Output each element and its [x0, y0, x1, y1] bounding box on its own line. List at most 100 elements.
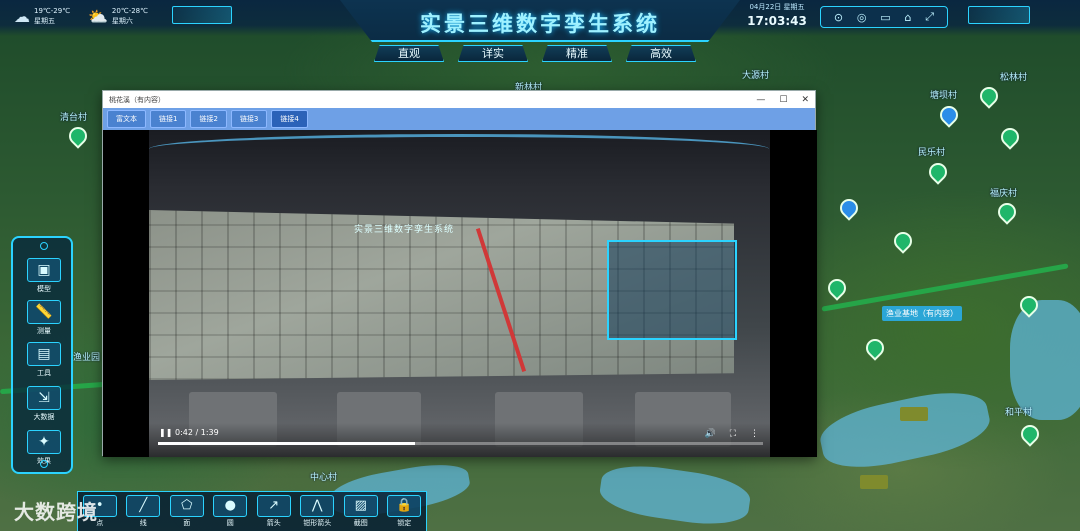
cloud-icon: ☁ [14, 6, 30, 26]
video-progress-fill [158, 442, 415, 445]
tool-label: 测量 [37, 327, 51, 335]
map-pin-icon[interactable] [997, 124, 1023, 150]
weather-temp: 20℃-28℃ [111, 7, 148, 15]
lock-icon: 🔒 [387, 495, 422, 517]
polygon-icon: ⬠ [169, 495, 204, 517]
tab-jingzhun[interactable]: 精准 [542, 45, 612, 62]
cube-icon: ▣ [27, 258, 61, 282]
header-toolbox: ⊙ ◎ ▭ ⌂ ⤢ [820, 6, 948, 28]
map-label: 清台村 [60, 113, 88, 123]
map-label: 和平村 [1005, 408, 1033, 418]
draw-circle-button[interactable]: ● 圆 [211, 495, 249, 528]
draw-toolbar: • 点 ╱ 线 ⬠ 面 ● 圆 ↗ 箭头 ⋀ 钳形箭头 ▨ 截图 🔒 锁定 [77, 491, 427, 531]
video-right-controls: 🔊 ⛶ ⋮ [704, 429, 759, 439]
tool-tools[interactable]: ▤ 工具 [24, 342, 64, 378]
maximize-icon[interactable]: ☐ [779, 95, 787, 105]
tab-zhiguan[interactable]: 直观 [374, 45, 444, 62]
map-pin-icon[interactable] [65, 123, 91, 149]
map-pin-icon[interactable] [862, 335, 888, 361]
map-pin-icon[interactable] [836, 195, 862, 221]
screenshot-icon: ▨ [343, 495, 378, 517]
map-pin-icon[interactable] [890, 228, 916, 254]
map-label: 松林村 [1000, 73, 1028, 83]
data-icon: ⇲ [27, 386, 61, 410]
map-label: 塘坝村 [930, 91, 958, 101]
tab-gaoxiao[interactable]: 高效 [626, 45, 696, 62]
video-player[interactable]: 实景三维数字孪生系统 ❚❚ 0:42 / 1:39 🔊 ⛶ ⋮ [103, 130, 817, 457]
minimize-icon[interactable]: — [756, 95, 765, 105]
tab-rich-text[interactable]: 富文本 [107, 110, 146, 128]
river [1010, 300, 1080, 420]
circle-icon: ● [213, 495, 248, 517]
tool-bigdata[interactable]: ⇲ 大数据 [24, 386, 64, 422]
nav-tabs: 直观 详实 精准 高效 [374, 45, 696, 62]
weather-day: 星期六 [111, 17, 133, 25]
video-time: 0:42 / 1:39 [175, 428, 219, 437]
screenshot-button[interactable]: ▨ 截图 [342, 495, 380, 528]
video-progress[interactable] [158, 442, 763, 445]
partly-cloudy-icon: ⛅ [88, 6, 108, 26]
folder-icon[interactable]: ▭ [880, 11, 890, 24]
map-pin-icon[interactable] [925, 159, 951, 185]
map-tag [860, 475, 888, 489]
tab-link-4[interactable]: 链接4 [271, 110, 308, 128]
video-popup: 桃花溪（有内容） — ☐ ✕ 富文本 链接1 链接2 链接3 链接4 实景三维数… [102, 90, 817, 457]
video-frame: 实景三维数字孪生系统 [149, 130, 770, 457]
tab-xiangshi[interactable]: 详实 [458, 45, 528, 62]
tab-link-2[interactable]: 链接2 [190, 110, 227, 128]
volume-icon[interactable]: 🔊 [704, 429, 715, 439]
target-icon[interactable]: ◎ [857, 11, 867, 24]
map-pin-icon[interactable] [824, 275, 850, 301]
map-pin-icon[interactable] [976, 83, 1002, 109]
draw-pincer-arrow-button[interactable]: ⋀ 钳形箭头 [298, 495, 336, 528]
draw-line-button[interactable]: ╱ 线 [124, 495, 162, 528]
screen-panel [607, 240, 737, 340]
weather-today: ☁ 19℃-29℃ 星期五 [14, 6, 70, 26]
map-pin-icon[interactable] [994, 199, 1020, 225]
home-icon[interactable]: ⌂ [904, 11, 911, 24]
map-pin-icon[interactable] [1017, 421, 1043, 447]
ceiling-light [149, 134, 769, 164]
draw-label: 箭头 [266, 519, 281, 527]
arrow-icon: ↗ [256, 495, 291, 517]
more-icon[interactable]: ⋮ [750, 429, 759, 439]
map-label: 中心村 [310, 473, 338, 483]
map-pin-icon[interactable]: ⊙ [834, 11, 843, 24]
header-deco-left [172, 6, 232, 24]
fullscreen-icon[interactable]: ⤢ [925, 10, 934, 24]
app-title: 实景三维数字孪生系统 [420, 12, 660, 36]
map-label: 福庆村 [990, 189, 1018, 199]
river [597, 459, 753, 531]
draw-polygon-button[interactable]: ⬠ 面 [168, 495, 206, 528]
draw-label: 截图 [353, 519, 368, 527]
close-icon[interactable]: ✕ [801, 95, 809, 105]
draw-arrow-button[interactable]: ↗ 箭头 [255, 495, 293, 528]
date-text: 04月22日 星期五 [749, 3, 805, 11]
weather-tomorrow: ⛅ 20℃-28℃ 星期六 [88, 6, 148, 26]
tool-model[interactable]: ▣ 模型 [24, 258, 64, 294]
popup-title: 桃花溪（有内容） [109, 95, 165, 104]
map-label: 渔业园 [73, 353, 101, 363]
line-icon: ╱ [126, 495, 161, 517]
panel-knob [40, 242, 48, 250]
map-pin-icon[interactable] [936, 102, 962, 128]
map-tag[interactable]: 渔业基地（有内容） [882, 306, 962, 321]
popup-tabbar: 富文本 链接1 链接2 链接3 链接4 [103, 108, 815, 130]
pause-icon[interactable]: ❚❚ [159, 428, 172, 437]
tool-measure[interactable]: 📏 测量 [24, 300, 64, 336]
screen-title: 实景三维数字孪生系统 [354, 225, 455, 235]
ruler-icon: 📏 [27, 300, 61, 324]
pincer-arrow-icon: ⋀ [300, 495, 335, 517]
effect-icon: ✦ [27, 430, 61, 454]
tab-link-3[interactable]: 链接3 [230, 110, 268, 128]
panel-knob [40, 460, 48, 468]
toolbox-icon: ▤ [27, 342, 61, 366]
draw-label: 锁定 [397, 519, 412, 527]
window-controls: — ☐ ✕ [756, 95, 809, 105]
weather-day: 星期五 [34, 17, 55, 25]
map-label: 民乐村 [918, 148, 946, 158]
lock-button[interactable]: 🔒 锁定 [385, 495, 423, 528]
draw-label: 圆 [226, 519, 234, 527]
fullscreen-icon[interactable]: ⛶ [730, 429, 736, 439]
tab-link-1[interactable]: 链接1 [150, 110, 187, 128]
